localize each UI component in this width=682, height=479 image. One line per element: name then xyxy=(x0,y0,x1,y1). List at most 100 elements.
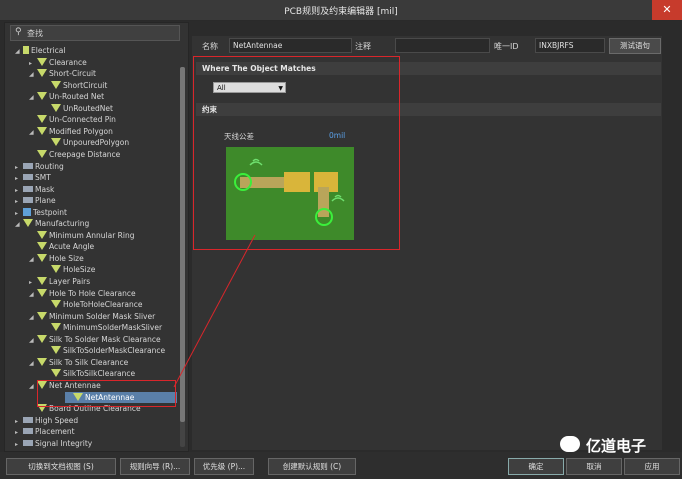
expand-arrow-icon[interactable]: ◢ xyxy=(29,358,37,369)
rule-bar-icon xyxy=(23,439,33,446)
tree-item-label: Hole Size xyxy=(49,253,84,263)
expand-arrow-icon[interactable]: ▸ xyxy=(15,208,23,219)
tree-item-label: SilkToSolderMaskClearance xyxy=(63,346,166,356)
create-default-rules-button[interactable]: 创建默认规则 (C) xyxy=(268,458,356,475)
comment-field[interactable] xyxy=(395,38,490,53)
tree-item-label: UnRoutedNet xyxy=(63,103,113,113)
tree-item[interactable]: ▸ Signal Integrity xyxy=(15,438,92,449)
rule-tri-icon xyxy=(37,149,47,158)
apply-button[interactable]: 应用 xyxy=(624,458,680,475)
tree-item[interactable]: UnpouredPolygon xyxy=(43,137,129,148)
rule-tri-icon xyxy=(23,219,33,228)
rule-bar-icon xyxy=(23,185,33,192)
tree-item[interactable]: ◢ Short-Circuit xyxy=(29,68,96,79)
rule-wizard-button[interactable]: 规则向导 (R)... xyxy=(120,458,190,475)
rule-bar-icon xyxy=(23,416,33,423)
expand-arrow-icon[interactable]: ▸ xyxy=(15,427,23,438)
unique-id-field[interactable]: INXBJRFS xyxy=(535,38,605,53)
expand-arrow-icon[interactable]: ▸ xyxy=(29,277,37,288)
tree-item[interactable]: ▸ SMT xyxy=(15,172,51,183)
rule-tri-icon xyxy=(37,230,47,239)
tree-item[interactable]: ◢ Hole Size xyxy=(29,253,84,264)
expand-arrow-icon[interactable]: ◢ xyxy=(29,254,37,265)
tree-item-label: Signal Integrity xyxy=(35,438,93,448)
title-bar: PCB规则及约束编辑器 [mil] ✕ xyxy=(0,0,682,21)
rule-tri-icon xyxy=(37,57,47,66)
expand-arrow-icon[interactable]: ◢ xyxy=(29,381,37,392)
rule-bar-icon xyxy=(23,162,33,169)
tree-item[interactable]: ▸ Placement xyxy=(15,426,75,437)
rule-tri-icon xyxy=(37,92,47,101)
tree-item[interactable]: ShortCircuit xyxy=(43,80,107,91)
tree-item-label: Short-Circuit xyxy=(49,69,96,79)
tree-item[interactable]: ◢ Silk To Solder Mask Clearance xyxy=(29,334,161,345)
expand-arrow-icon[interactable]: ▸ xyxy=(29,58,37,69)
tree-item[interactable]: ◢ Modified Polygon xyxy=(29,126,113,137)
tree-item-label: Minimum Solder Mask Sliver xyxy=(49,311,156,321)
expand-arrow-icon[interactable]: ▸ xyxy=(15,196,23,207)
expand-arrow-icon[interactable]: ▸ xyxy=(15,173,23,184)
expand-arrow-icon[interactable]: ◢ xyxy=(29,312,37,323)
switch-document-view-button[interactable]: 切换到文档视图 (S) xyxy=(6,458,116,475)
rule-tri-icon xyxy=(37,253,47,262)
cancel-button[interactable]: 取消 xyxy=(566,458,622,475)
tree-item[interactable]: ◢ Silk To Silk Clearance xyxy=(29,357,128,368)
expand-arrow-icon[interactable]: ◢ xyxy=(29,289,37,300)
expand-arrow-icon[interactable]: ◢ xyxy=(15,219,23,230)
expand-arrow-icon[interactable]: ◢ xyxy=(29,69,37,80)
tree-item[interactable]: SilkToSolderMaskClearance xyxy=(43,345,165,356)
search-input[interactable]: ⚲ 查找 xyxy=(10,25,180,41)
name-field[interactable]: NetAntennae xyxy=(229,38,352,53)
tree-item[interactable]: ▸ Routing xyxy=(15,161,64,172)
comment-label: 注释 xyxy=(355,42,371,51)
tree-item[interactable]: HoleSize xyxy=(43,264,95,275)
tree-item-label: Clearance xyxy=(49,57,87,67)
tree-item[interactable]: MinimumSolderMaskSliver xyxy=(43,322,162,333)
tree-item[interactable]: ▸ Clearance xyxy=(29,57,87,68)
rule-tri-icon xyxy=(37,126,47,135)
expand-arrow-icon[interactable]: ▸ xyxy=(15,416,23,427)
expand-arrow-icon[interactable]: ◢ xyxy=(29,92,37,103)
tree-item-label: Silk To Solder Mask Clearance xyxy=(49,334,161,344)
ok-button[interactable]: 确定 xyxy=(508,458,564,475)
tree-item[interactable]: ▸ Layer Pairs xyxy=(29,276,90,287)
rule-tri-icon xyxy=(37,357,47,366)
tree-item[interactable]: ◢ Hole To Hole Clearance xyxy=(29,288,136,299)
tree-item[interactable]: Creepage Distance xyxy=(29,149,120,160)
tree-item-label: SMT xyxy=(35,173,51,183)
tree-item-label: Manufacturing xyxy=(35,219,90,229)
close-button[interactable]: ✕ xyxy=(652,0,682,20)
highlight-box-content xyxy=(193,56,400,250)
tree-item-label: ShortCircuit xyxy=(63,80,108,90)
tree-item[interactable]: HoleToHoleClearance xyxy=(43,299,142,310)
expand-arrow-icon[interactable]: ◢ xyxy=(15,46,23,57)
rule-tri-icon xyxy=(37,69,47,78)
wechat-icon xyxy=(560,436,580,452)
tree-item[interactable]: SilkToSilkClearance xyxy=(43,368,135,379)
tree-item[interactable]: Un-Connected Pin xyxy=(29,114,116,125)
tree-item[interactable]: ▸ Mask xyxy=(15,184,54,195)
expand-arrow-icon[interactable]: ◢ xyxy=(29,127,37,138)
expand-arrow-icon[interactable]: ▸ xyxy=(15,162,23,173)
tree-item-label: Hole To Hole Clearance xyxy=(49,288,136,298)
tree-item[interactable]: ◢ Un-Routed Net xyxy=(29,91,104,102)
tree-item[interactable]: ▸ Testpoint xyxy=(15,207,67,218)
tree-item[interactable]: Minimum Annular Ring xyxy=(29,230,135,241)
tree-item[interactable]: ◢ Manufacturing xyxy=(15,218,89,229)
tree-item-label: Creepage Distance xyxy=(49,149,121,159)
rule-tri-icon xyxy=(51,346,61,355)
tree-item[interactable]: ▸ High Speed xyxy=(15,415,78,426)
priorities-button[interactable]: 优先级 (P)... xyxy=(194,458,254,475)
rule-tri-icon xyxy=(37,288,47,297)
rule-tri-icon xyxy=(37,277,47,285)
tree-item[interactable]: ▸ Plane xyxy=(15,195,56,206)
expand-arrow-icon[interactable]: ▸ xyxy=(15,439,23,449)
expand-arrow-icon[interactable]: ▸ xyxy=(15,185,23,196)
expand-arrow-icon[interactable]: ◢ xyxy=(29,335,37,346)
rule-tri-icon xyxy=(37,242,47,251)
tree-item[interactable]: UnRoutedNet xyxy=(43,103,113,114)
tree-item[interactable]: Acute Angle xyxy=(29,241,94,252)
test-query-button[interactable]: 测试语句 xyxy=(609,38,661,54)
tree-item[interactable]: ◢ Minimum Solder Mask Sliver xyxy=(29,311,155,322)
tree-item[interactable]: ◢ Electrical xyxy=(15,45,65,56)
